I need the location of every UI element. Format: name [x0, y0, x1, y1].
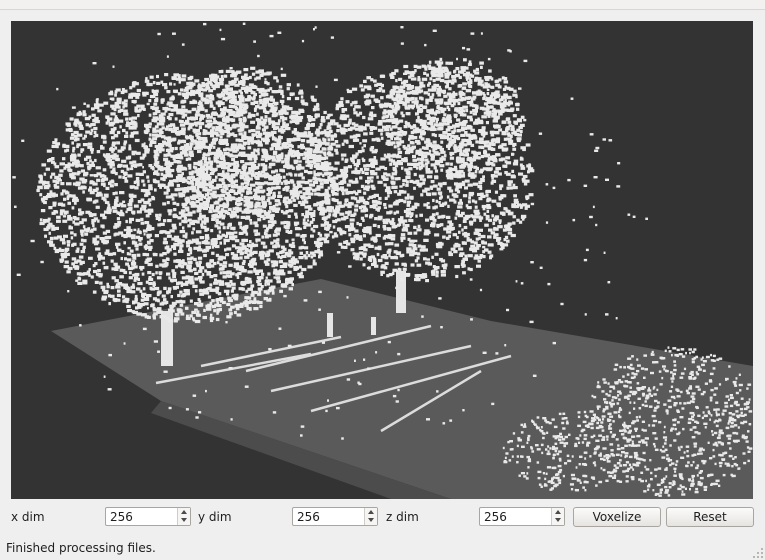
- y-dim-input[interactable]: [293, 508, 365, 525]
- voxel-render: [11, 21, 753, 499]
- z-dim-spinbox[interactable]: [479, 507, 565, 526]
- reset-button[interactable]: Reset: [666, 507, 754, 527]
- window-top-edge: [0, 0, 765, 10]
- dimension-controls: x dim y dim z dim Voxelize Reset: [0, 506, 765, 528]
- z-dim-up-arrow-icon[interactable]: [552, 508, 564, 516]
- status-bar-message: Finished processing files.: [6, 541, 156, 555]
- x-dim-up-arrow-icon[interactable]: [178, 508, 190, 516]
- voxel-viewport[interactable]: [11, 21, 753, 499]
- x-dim-down-arrow-icon[interactable]: [178, 517, 190, 525]
- z-dim-down-arrow-icon[interactable]: [552, 517, 564, 525]
- y-dim-arrows[interactable]: [364, 508, 377, 525]
- x-dim-arrows[interactable]: [177, 508, 190, 525]
- resize-grip-icon[interactable]: [753, 548, 763, 558]
- x-dim-spinbox[interactable]: [105, 507, 191, 526]
- z-dim-arrows[interactable]: [551, 508, 564, 525]
- y-dim-up-arrow-icon[interactable]: [365, 508, 377, 516]
- y-dim-spinbox[interactable]: [292, 507, 378, 526]
- x-dim-input[interactable]: [106, 508, 178, 525]
- y-dim-label: y dim: [198, 510, 232, 524]
- voxelize-button[interactable]: Voxelize: [573, 507, 661, 527]
- x-dim-label: x dim: [11, 510, 45, 524]
- y-dim-down-arrow-icon[interactable]: [365, 517, 377, 525]
- z-dim-label: z dim: [386, 510, 419, 524]
- z-dim-input[interactable]: [480, 508, 552, 525]
